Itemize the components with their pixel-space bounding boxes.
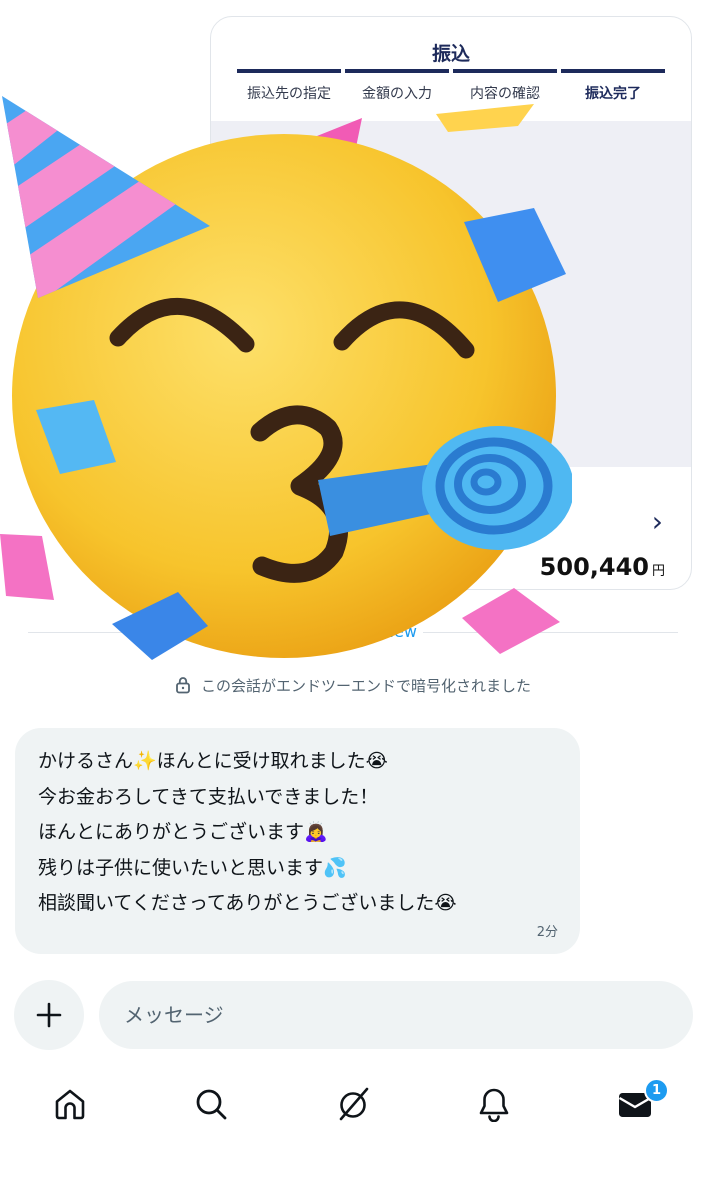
message-line: ほんとにありがとうございます🙇‍♀️ [38,821,328,843]
transfer-title: 振込 [431,43,470,65]
message-line: 相談聞いてくださってありがとうございました😭 [38,892,457,914]
message-timestamp: 2分 [536,925,558,940]
chevron-right-icon[interactable]: › [652,505,663,538]
messages-badge: 1 [644,1078,669,1103]
confetti-piece [0,534,54,600]
lock-icon [176,677,190,694]
search-icon [196,1089,227,1120]
encryption-notice-text: この会話がエンドツーエンドで暗号化されました [200,677,531,695]
home-icon [55,1089,85,1120]
confetti-piece [436,104,534,132]
message-line: 残りは子供に使いたいと思います💦 [38,856,347,879]
confetti-piece [462,588,560,654]
message-input-container[interactable] [99,981,693,1049]
grok-icon [339,1087,369,1121]
nav-search[interactable] [189,1080,233,1128]
message-line: 今お金おろしてきて支払いできました！ [38,785,379,808]
nav-grok[interactable] [331,1080,375,1128]
plus-icon [36,1002,62,1028]
partying-face-emoji [0,96,572,660]
bottom-nav [0,1080,706,1132]
add-media-button[interactable] [14,980,84,1050]
bell-icon [479,1088,509,1122]
encryption-notice: この会話がエンドツーエンドで暗号化されました [0,675,706,696]
message-bubble[interactable]: かけるさん✨ほんとに受け取れました😭 今お金おろしてきて支払いできました！ ほん… [15,728,580,954]
message-input[interactable] [124,1003,693,1027]
step-complete: 振込完了 [561,69,665,103]
nav-home[interactable] [48,1080,92,1128]
message-line: かけるさん✨ほんとに受け取れました😭 [38,750,388,772]
nav-notifications[interactable] [472,1080,516,1128]
